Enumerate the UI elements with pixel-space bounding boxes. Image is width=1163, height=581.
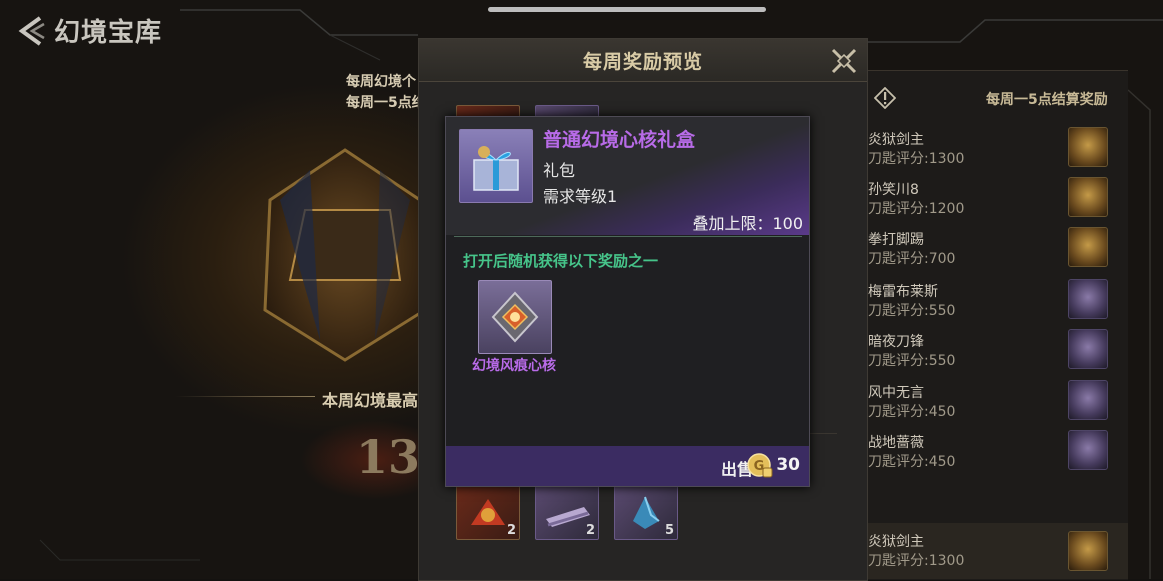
item-requirement: 需求等级1	[543, 187, 618, 206]
gold-chest-icon[interactable]	[1068, 127, 1108, 167]
rank-name: 梅雷布莱斯	[868, 284, 938, 300]
close-icon[interactable]	[829, 46, 859, 76]
best-score-value: 130	[356, 430, 422, 484]
weekly-info: 每周幻境个 每周一5点结	[346, 72, 426, 114]
slot-count: 5	[664, 523, 674, 538]
back-button[interactable]: 幻境宝库	[14, 12, 162, 49]
sell-price: 30	[776, 455, 800, 475]
rank-score: 刀匙评分:1200	[868, 201, 965, 217]
reward-slot[interactable]: 5	[614, 484, 678, 540]
ranking-panel: 每周一5点结算奖励 炎狱剑主 刀匙评分:1300 孙笑川8 刀匙评分:1200 …	[866, 70, 1128, 580]
reward-name: 幻境风痕心核	[472, 358, 556, 374]
slot-count: 2	[506, 523, 516, 538]
best-score-line	[175, 396, 315, 397]
purple-chest-icon[interactable]	[1068, 279, 1108, 319]
item-tooltip: 普通幻境心核礼盒 礼包 需求等级1 叠加上限：100 打开后随机获得以下奖励之一…	[445, 116, 810, 487]
rank-row[interactable]: 梅雷布莱斯 刀匙评分:550	[866, 275, 1128, 325]
self-rank-score: 刀匙评分:1300	[868, 553, 965, 569]
back-arrow-icon	[18, 15, 45, 46]
item-type: 礼包	[543, 161, 576, 180]
gold-chest-icon[interactable]	[1068, 531, 1108, 571]
purple-chest-icon[interactable]	[1068, 430, 1108, 470]
tooltip-header: 普通幻境心核礼盒 礼包 需求等级1 叠加上限：100	[446, 117, 809, 235]
purple-chest-icon[interactable]	[1068, 380, 1108, 420]
rank-row[interactable]: 暗夜刀锋 刀匙评分:550	[866, 325, 1128, 375]
modal-title-bar: 每周奖励预览	[419, 39, 867, 82]
item-description: 打开后随机获得以下奖励之一	[463, 252, 659, 270]
reward-slot[interactable]: 2	[535, 484, 599, 540]
rank-name: 炎狱剑主	[868, 132, 924, 148]
warning-icon[interactable]	[874, 87, 896, 109]
home-indicator	[488, 7, 766, 12]
rank-name: 暗夜刀锋	[868, 334, 924, 350]
rank-score: 刀匙评分:450	[868, 404, 956, 420]
tooltip-footer: 出售 G 30	[446, 446, 809, 486]
gift-box-icon	[459, 129, 533, 203]
rank-row[interactable]: 风中无言 刀匙评分:450	[866, 376, 1128, 426]
item-stack-limit: 叠加上限：100	[692, 214, 803, 233]
best-score-label: 本周幻境最高	[322, 391, 419, 410]
rank-name: 拳打脚踢	[868, 232, 924, 248]
reward-slot[interactable]: 2	[456, 484, 520, 540]
rank-name: 战地蔷薇	[868, 435, 924, 451]
gold-coin-icon: G	[747, 453, 773, 478]
weekly-info-line2: 每周一5点结	[346, 95, 426, 111]
self-rank-row[interactable]: 炎狱剑主 刀匙评分:1300	[866, 523, 1128, 579]
rank-score: 刀匙评分:700	[868, 251, 956, 267]
rank-name: 风中无言	[868, 385, 924, 401]
modal-title: 每周奖励预览	[582, 51, 703, 73]
gold-chest-icon[interactable]	[1068, 227, 1108, 267]
rank-score: 刀匙评分:550	[868, 303, 956, 319]
ranking-header: 每周一5点结算奖励	[986, 92, 1108, 108]
weekly-info-line1: 每周幻境个	[346, 74, 416, 90]
rank-score: 刀匙评分:1300	[868, 151, 965, 167]
treasure-chest-icon	[263, 148, 427, 362]
rank-score: 刀匙评分:550	[868, 353, 956, 369]
tooltip-divider	[454, 236, 802, 237]
rank-row[interactable]: 拳打脚踢 刀匙评分:700	[866, 223, 1128, 273]
core-reward-icon[interactable]	[478, 280, 552, 354]
slot-count: 2	[585, 523, 595, 538]
rank-score: 刀匙评分:450	[868, 454, 956, 470]
gold-chest-icon[interactable]	[1068, 177, 1108, 217]
purple-chest-icon[interactable]	[1068, 329, 1108, 369]
rank-name: 孙笑川8	[868, 182, 919, 198]
rank-row[interactable]: 战地蔷薇 刀匙评分:450	[866, 426, 1128, 476]
self-rank-name: 炎狱剑主	[868, 534, 924, 550]
rank-row[interactable]: 炎狱剑主 刀匙评分:1300	[866, 123, 1128, 173]
back-title: 幻境宝库	[54, 18, 163, 48]
rank-row[interactable]: 孙笑川8 刀匙评分:1200	[866, 173, 1128, 223]
item-name: 普通幻境心核礼盒	[543, 129, 696, 151]
